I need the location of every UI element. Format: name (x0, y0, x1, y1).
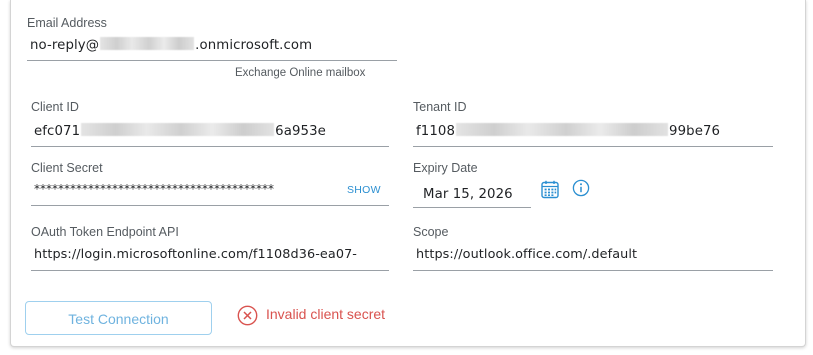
redacted-blur (81, 123, 275, 136)
client-secret-value: **************************************** (34, 182, 274, 196)
client-id-field-group: Client ID efc071 6a953e (31, 100, 389, 148)
email-field[interactable]: no-reply@ .onmicrosoft.com (27, 34, 397, 61)
email-label: Email Address (27, 16, 107, 30)
email-value-prefix: no-reply@ (30, 38, 100, 53)
scope-value: https://outlook.office.com/.default (416, 247, 638, 262)
redacted-blur (456, 123, 669, 136)
client-id-field[interactable]: efc071 6a953e (31, 118, 389, 147)
redacted-blur (100, 37, 195, 50)
client-id-value-prefix: efc071 (34, 124, 81, 139)
error-circle-x-icon (237, 305, 258, 326)
token-endpoint-field[interactable]: https://login.microsoftonline.com/f1108d… (31, 243, 389, 271)
tenant-id-value-prefix: f1108 (416, 124, 456, 139)
info-icon[interactable] (572, 179, 590, 197)
client-id-value-suffix: 6a953e (275, 124, 326, 139)
email-settings-card: Email Address no-reply@ .onmicrosoft.com … (10, 0, 806, 347)
email-value: no-reply@ .onmicrosoft.com (30, 37, 312, 53)
scope-field-group: Scope https://outlook.office.com/.defaul… (413, 225, 773, 273)
tenant-id-field[interactable]: f1108 99be76 (413, 118, 773, 147)
email-helper-text: Exchange Online mailbox (235, 67, 366, 79)
expiry-date-field-group: Expiry Date Mar 15, 2026 (413, 161, 613, 209)
tenant-id-field-group: Tenant ID f1108 99be76 (413, 100, 773, 148)
client-id-label: Client ID (31, 100, 79, 114)
email-value-suffix: .onmicrosoft.com (195, 38, 313, 53)
client-id-value: efc071 6a953e (34, 123, 326, 139)
scope-field[interactable]: https://outlook.office.com/.default (413, 243, 773, 271)
email-field-group: Email Address no-reply@ .onmicrosoft.com … (27, 16, 397, 86)
tenant-id-value: f1108 99be76 (416, 123, 720, 139)
expiry-date-value: Mar 15, 2026 (423, 187, 513, 202)
expiry-date-field[interactable]: Mar 15, 2026 (413, 181, 531, 208)
calendar-icon[interactable] (541, 180, 559, 199)
tenant-id-label: Tenant ID (413, 100, 467, 114)
scope-label: Scope (413, 225, 449, 239)
test-connection-button[interactable]: Test Connection (25, 301, 212, 335)
client-secret-field-group: Client Secret **************************… (31, 161, 389, 209)
client-secret-label: Client Secret (31, 161, 103, 175)
client-secret-field[interactable]: ****************************************… (31, 179, 389, 206)
token-endpoint-value: https://login.microsoftonline.com/f1108d… (34, 247, 358, 262)
show-secret-button[interactable]: SHOW (347, 184, 381, 196)
token-endpoint-field-group: OAuth Token Endpoint API https://login.m… (31, 225, 389, 273)
tenant-id-value-suffix: 99be76 (669, 124, 721, 139)
error-message: Invalid client secret (266, 306, 386, 322)
token-endpoint-label: OAuth Token Endpoint API (31, 225, 179, 239)
expiry-date-label: Expiry Date (413, 161, 478, 175)
